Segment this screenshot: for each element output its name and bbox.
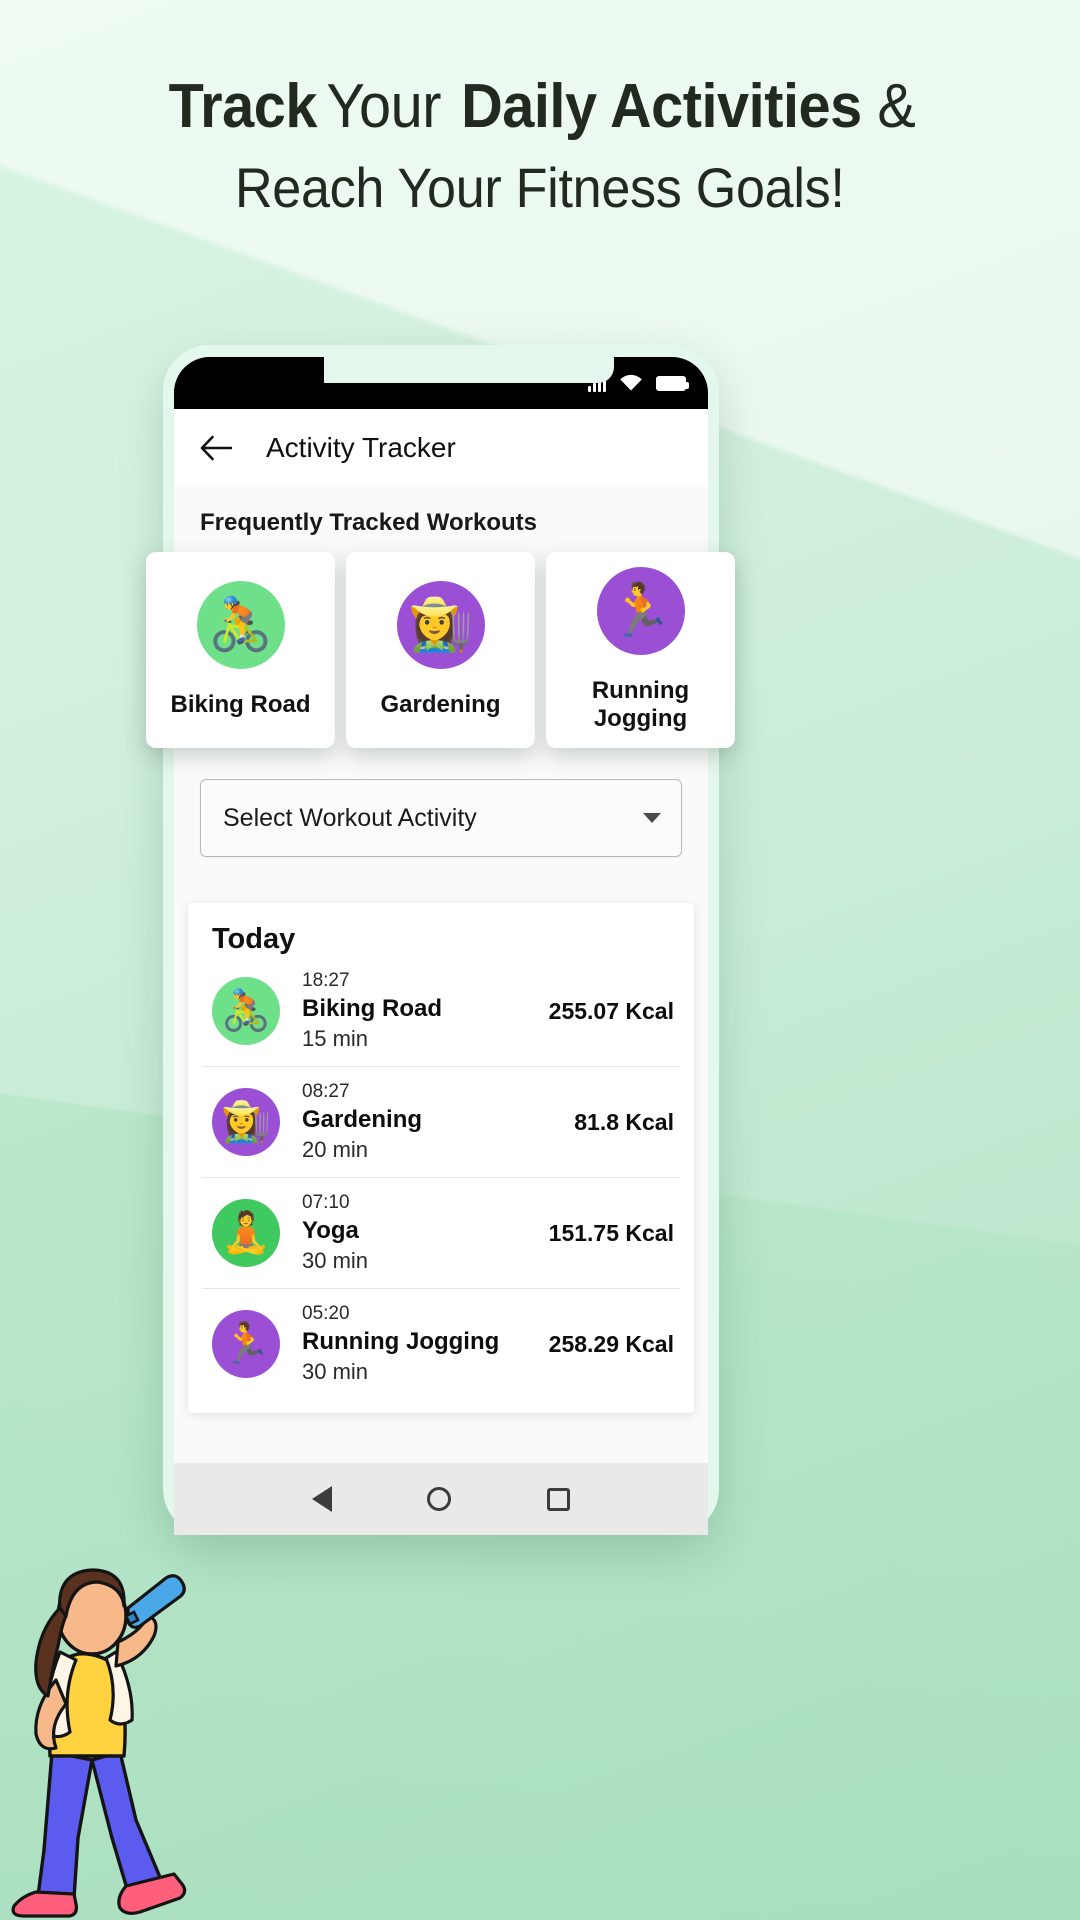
activity-details: 07:10 Yoga 30 min [280, 1192, 549, 1274]
frequently-tracked-workouts-row: 🚴 Biking Road 👩‍🌾 Gardening 🏃 Running Jogging [146, 552, 736, 748]
wifi-icon [620, 374, 642, 391]
activity-time: 05:20 [302, 1303, 350, 1324]
activity-name: Running Jogging [302, 1328, 500, 1355]
cyclist-icon: 🚴 [196, 581, 285, 669]
nav-recents-square-icon[interactable] [547, 1487, 571, 1511]
activity-calories: 81.8 Kcal [574, 1108, 674, 1135]
page-title: Track Your Daily Activities & Reach Your… [0, 70, 1080, 221]
activity-duration: 20 min [302, 1137, 369, 1162]
nav-home-circle-icon[interactable] [427, 1487, 452, 1511]
workout-card-label: Running Jogging [591, 677, 690, 732]
phone-screen: Activity Tracker Frequently Tracked Work… [174, 357, 708, 1535]
activity-details: 18:27 Biking Road 15 min [280, 970, 549, 1052]
activity-duration: 30 min [302, 1359, 369, 1384]
activity-time: 07:10 [302, 1192, 350, 1213]
headline-word-daily-activities: Daily Activities [460, 72, 862, 141]
chevron-down-icon [643, 813, 661, 823]
activity-calories: 258.29 Kcal [548, 1330, 674, 1357]
yoga-icon: 🧘 [212, 1199, 280, 1267]
notch-cutout [324, 357, 614, 383]
status-bar [174, 357, 708, 409]
select-workout-activity-dropdown[interactable]: Select Workout Activity [200, 779, 682, 857]
back-arrow-icon[interactable] [200, 435, 232, 461]
activity-details: 05:20 Running Jogging 30 min [280, 1303, 549, 1385]
activity-duration: 30 min [302, 1248, 369, 1273]
workout-card[interactable]: 🏃 Running Jogging [546, 552, 735, 748]
phone-notch [174, 357, 350, 409]
headline-word-your: Your [326, 72, 442, 141]
woman-drinking-water-illustration [11, 1568, 187, 1918]
phone-mockup: Activity Tracker Frequently Tracked Work… [163, 345, 719, 1535]
activity-duration: 15 min [302, 1026, 369, 1051]
dropdown-container: Select Workout Activity [174, 757, 708, 857]
activity-row[interactable]: 🚴 18:27 Biking Road 15 min 255.07 Kcal [202, 956, 680, 1067]
today-activities-card: Today 🚴 18:27 Biking Road 15 min 255.07 Kcal… [188, 903, 694, 1413]
headline-word-track: Track [168, 72, 317, 141]
activity-details: 08:27 Gardening 20 min [280, 1081, 574, 1163]
dropdown-placeholder: Select Workout Activity [223, 803, 477, 832]
activity-name: Gardening [302, 1106, 423, 1133]
app-bar: Activity Tracker [174, 409, 708, 487]
gardening-icon: 👩‍🌾 [212, 1088, 280, 1156]
activity-row[interactable]: 🏃 05:20 Running Jogging 30 min 258.29 Kcal [202, 1289, 680, 1399]
section-title-frequently-tracked: Frequently Tracked Workouts [174, 487, 708, 537]
workout-card[interactable]: 👩‍🌾 Gardening [346, 552, 535, 748]
activity-name: Biking Road [302, 995, 443, 1022]
page-header-title: Activity Tracker [266, 432, 456, 463]
activity-time: 18:27 [302, 970, 350, 991]
workout-card-label: Gardening [380, 691, 501, 718]
cyclist-icon: 🚴 [212, 977, 280, 1045]
activity-calories: 151.75 Kcal [548, 1219, 674, 1246]
headline-word-ampersand: & [877, 72, 916, 141]
activity-calories: 255.07 Kcal [548, 997, 674, 1024]
activity-time: 08:27 [302, 1081, 350, 1102]
nav-back-triangle-icon[interactable] [311, 1486, 332, 1512]
workout-card[interactable]: 🚴 Biking Road [146, 552, 335, 748]
runner-icon: 🏃 [596, 567, 685, 655]
android-navigation-bar [174, 1463, 708, 1535]
headline-line-2: Reach Your Fitness Goals! [235, 156, 845, 220]
gardening-icon: 👩‍🌾 [396, 581, 485, 669]
workout-card-label: Biking Road [170, 691, 311, 718]
activity-name: Yoga [302, 1217, 359, 1244]
runner-icon: 🏃 [212, 1310, 280, 1378]
battery-full-icon [656, 375, 689, 391]
activity-row[interactable]: 🧘 07:10 Yoga 30 min 151.75 Kcal [202, 1178, 680, 1289]
activity-row[interactable]: 👩‍🌾 08:27 Gardening 20 min 81.8 Kcal [202, 1067, 680, 1178]
today-activity-list: 🚴 18:27 Biking Road 15 min 255.07 Kcal 👩‍🌾 08:… [202, 956, 680, 1399]
today-label: Today [212, 923, 296, 955]
